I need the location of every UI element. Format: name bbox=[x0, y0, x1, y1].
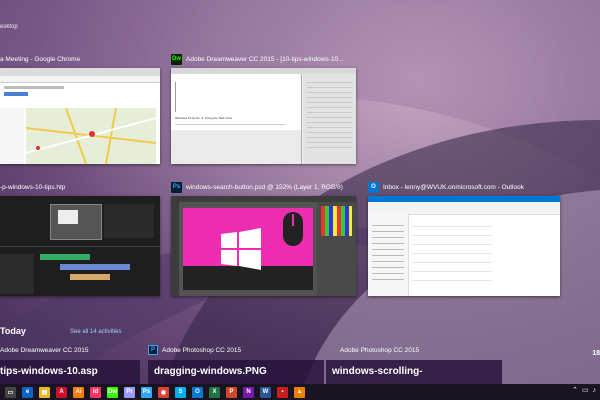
excel-icon[interactable]: X bbox=[209, 386, 220, 398]
canvas-pink bbox=[183, 208, 313, 290]
activity-card[interactable]: P Adobe Photoshop CC 2015 dragging-windo… bbox=[148, 344, 324, 386]
onenote-icon[interactable]: N bbox=[243, 386, 254, 398]
window-thumbnail bbox=[0, 68, 160, 164]
powerpoint-icon[interactable]: P bbox=[226, 386, 237, 398]
window-thumbnail: Windows 10 tip No. 4: Using the Task Vie… bbox=[171, 68, 356, 164]
window-title: -p-windows-10-tips.htp bbox=[0, 180, 160, 194]
volume-icon[interactable]: ♪ bbox=[593, 387, 597, 394]
taskbar-apps: ▭ e ▤ A Ai Id Dw Pr Ps ◉ S O X P N W ▪ ▲ bbox=[0, 386, 308, 398]
photoshop-icon: P bbox=[148, 345, 158, 355]
window-thumbnail bbox=[0, 196, 160, 296]
activity-app-name: Adobe Photoshop CC 2015 bbox=[162, 346, 242, 354]
dreamweaver-doc-heading: Windows 10 tip No. 4: Using the Task Vie… bbox=[175, 116, 232, 120]
window-outlook[interactable]: O Inbox - lenny@WVUK.onmicrosoft.com - O… bbox=[368, 180, 560, 296]
activity-app: Adobe Dreamweaver CC 2015 bbox=[0, 344, 140, 356]
window-title: Dw Adobe Dreamweaver CC 2015 - [10-tips-… bbox=[171, 52, 356, 66]
window-photoshop[interactable]: Ps windows-search-button.psd @ 152% (Lay… bbox=[171, 180, 356, 296]
map-thumbnail bbox=[25, 107, 157, 164]
window-premiere[interactable]: -p-windows-10-tips.htp bbox=[0, 180, 160, 296]
edge-icon[interactable]: e bbox=[22, 386, 33, 398]
network-icon[interactable]: ▭ bbox=[582, 386, 589, 394]
dreamweaver-icon[interactable]: Dw bbox=[107, 386, 118, 398]
skype-icon[interactable]: S bbox=[175, 386, 186, 398]
indesign-icon[interactable]: Id bbox=[90, 386, 101, 398]
activity-file: tips-windows-10.asp bbox=[0, 360, 140, 386]
activity-card[interactable]: Adobe Dreamweaver CC 2015 tips-windows-1… bbox=[0, 344, 140, 386]
activity-file: windows-scrolling- bbox=[326, 360, 502, 386]
activity-card[interactable]: Adobe Photoshop CC 2015 windows-scrollin… bbox=[326, 344, 502, 386]
window-thumbnail bbox=[368, 196, 560, 296]
outlook-icon: O bbox=[368, 181, 379, 193]
activity-file: dragging-windows.PNG bbox=[148, 360, 324, 386]
window-thumbnail bbox=[171, 196, 356, 296]
chrome-icon[interactable]: ◉ bbox=[158, 386, 169, 398]
dreamweaver-icon: Dw bbox=[171, 53, 182, 65]
illustrator-icon[interactable]: Ai bbox=[73, 386, 84, 398]
window-title-text: Adobe Dreamweaver CC 2015 - [10-tips-win… bbox=[186, 55, 344, 63]
window-title-text: Inbox - lenny@WVUK.onmicrosoft.com - Out… bbox=[383, 183, 524, 191]
file-explorer-icon[interactable]: ▤ bbox=[39, 386, 50, 398]
outlook-icon[interactable]: O bbox=[192, 386, 203, 398]
window-chrome[interactable]: a Meeting - Google Chrome bbox=[0, 52, 160, 164]
acrobat-icon[interactable]: A bbox=[56, 386, 67, 398]
taskbar: ▭ e ▤ A Ai Id Dw Pr Ps ◉ S O X P N W ▪ ▲ ⌃ ▭ ♪ bbox=[0, 384, 600, 400]
window-title: a Meeting - Google Chrome bbox=[0, 52, 160, 66]
activity-app-name: Adobe Photoshop CC 2015 bbox=[340, 346, 420, 354]
system-tray: ⌃ ▭ ♪ bbox=[572, 386, 597, 395]
activity-app: P Adobe Photoshop CC 2015 bbox=[148, 344, 324, 356]
vlc-icon[interactable]: ▲ bbox=[294, 386, 305, 398]
see-all-activities-link[interactable]: See all 14 activities bbox=[70, 329, 121, 335]
photoshop-icon[interactable]: Ps bbox=[141, 386, 152, 398]
window-dreamweaver[interactable]: Dw Adobe Dreamweaver CC 2015 - [10-tips-… bbox=[171, 52, 356, 164]
activity-app: Adobe Photoshop CC 2015 bbox=[326, 344, 502, 356]
window-title-text: windows-search-button.psd @ 152% (Layer … bbox=[186, 183, 343, 191]
timeline-heading: Today bbox=[0, 326, 26, 336]
chevron-up-icon[interactable]: ⌃ bbox=[572, 386, 578, 394]
photoshop-icon: Ps bbox=[171, 181, 182, 193]
premiere-icon[interactable]: Pr bbox=[124, 386, 135, 398]
word-icon[interactable]: W bbox=[260, 386, 271, 398]
task-view-icon[interactable]: ▭ bbox=[5, 386, 16, 398]
activity-app-name: Adobe Dreamweaver CC 2015 bbox=[0, 346, 89, 354]
window-title-text: a Meeting - Google Chrome bbox=[0, 55, 81, 63]
window-title: O Inbox - lenny@WVUK.onmicrosoft.com - O… bbox=[368, 180, 560, 194]
app-red-icon[interactable]: ▪ bbox=[277, 386, 288, 398]
window-title-text: -p-windows-10-tips.htp bbox=[0, 183, 66, 191]
window-title: Ps windows-search-button.psd @ 152% (Lay… bbox=[171, 180, 356, 194]
timeline-date: 18 bbox=[592, 350, 600, 357]
desktop-label: esktop bbox=[0, 24, 18, 30]
